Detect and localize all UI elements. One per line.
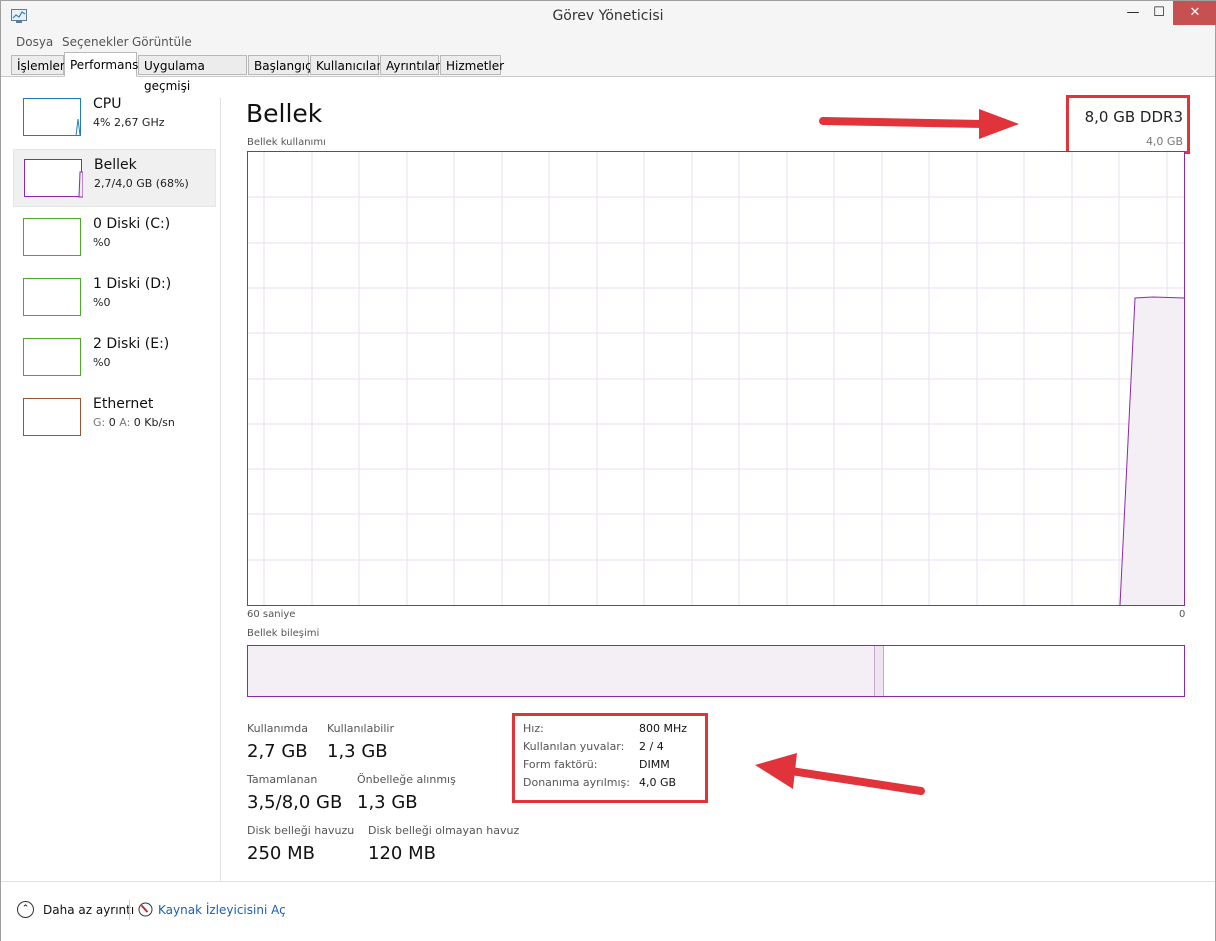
graph-axis-right: 0: [1179, 609, 1186, 620]
send-label: G:: [93, 416, 106, 429]
sidebar-item-label: Ethernet: [93, 396, 154, 412]
sidebar-item-label: 0 Diski (C:): [93, 216, 171, 232]
composition-modified: [875, 646, 884, 696]
sidebar-item-disk-0[interactable]: 0 Diski (C:) %0: [13, 209, 216, 267]
page-title: Bellek: [246, 99, 323, 128]
sidebar-item-disk-2[interactable]: 2 Diski (E:) %0: [13, 329, 216, 387]
menu-bar: Dosya Seçenekler Görüntüle: [1, 32, 1215, 52]
sidebar-item-value: %0: [93, 356, 111, 369]
tab-performance[interactable]: Performans: [64, 52, 138, 77]
window-title: Görev Yöneticisi: [552, 8, 664, 24]
sidebar-item-disk-1[interactable]: 1 Diski (D:) %0: [13, 269, 216, 327]
non-paged-pool-value: 120 MB: [368, 843, 436, 864]
menu-file[interactable]: Dosya: [16, 35, 53, 49]
receive-value: 0 Kb/sn: [133, 416, 175, 429]
footer-divider: [129, 900, 130, 920]
tab-startup[interactable]: Başlangıç: [248, 55, 312, 75]
graph-axis-left: 60 saniye: [247, 609, 296, 620]
memory-usage-graph-svg: [248, 152, 1185, 606]
memory-composition-bar: [247, 645, 1185, 697]
in-use-label: Kullanımda: [247, 722, 308, 735]
sidebar-item-label: 1 Diski (D:): [93, 276, 172, 292]
sidebar-item-value: G: 0 A: 0 Kb/sn: [93, 416, 175, 429]
cpu-thumbnail-graph: [23, 98, 81, 137]
fewer-details-link[interactable]: Daha az ayrıntı: [43, 903, 134, 917]
tab-details[interactable]: Ayrıntılar: [380, 55, 440, 75]
available-label: Kullanılabilir: [327, 722, 394, 735]
committed-label: Tamamlanan: [247, 773, 318, 786]
sidebar-item-ethernet[interactable]: Ethernet G: 0 A: 0 Kb/sn: [13, 389, 216, 447]
task-manager-window: Görev Yöneticisi — ☐ ✕ Dosya Seçenekler …: [0, 0, 1216, 941]
tab-services[interactable]: Hizmetler: [440, 55, 504, 75]
sidebar-item-cpu[interactable]: CPU 4% 2,67 GHz: [13, 89, 216, 147]
sidebar-item-value: %0: [93, 236, 111, 249]
menu-options[interactable]: Seçenekler: [62, 35, 129, 49]
sidebar-item-label: CPU: [93, 96, 122, 112]
cached-value: 1,3 GB: [357, 792, 418, 813]
sidebar-item-value: %0: [93, 296, 111, 309]
open-resource-monitor-link[interactable]: Kaynak İzleyicisini Aç: [158, 903, 286, 917]
sidebar-item-value: 4% 2,67 GHz: [93, 116, 165, 129]
non-paged-pool-label: Disk belleği olmayan havuz: [368, 824, 520, 837]
available-value: 1,3 GB: [327, 741, 388, 762]
footer: ⌃ Daha az ayrıntı Kaynak İzleyicisini Aç: [1, 881, 1215, 941]
committed-value: 3,5/8,0 GB: [247, 792, 343, 813]
annotation-box-spec: [1066, 95, 1190, 154]
close-button[interactable]: ✕: [1173, 1, 1216, 25]
title-bar: Görev Yöneticisi — ☐ ✕: [1, 1, 1216, 32]
tab-processes[interactable]: İşlemler: [11, 55, 65, 75]
usage-graph-label: Bellek kullanımı: [247, 137, 326, 148]
disk-1-thumbnail-graph: [23, 278, 81, 316]
tab-app-history[interactable]: Uygulama geçmişi: [138, 55, 247, 93]
paged-pool-label: Disk belleği havuzu: [247, 824, 355, 837]
maximize-button[interactable]: ☐: [1146, 1, 1172, 25]
sidebar-item-value: 2,7/4,0 GB (68%): [94, 177, 189, 190]
annotation-arrow-left: [755, 753, 925, 795]
paged-pool-value: 250 MB: [247, 843, 315, 864]
in-use-value: 2,7 GB: [247, 741, 308, 762]
receive-label: A:: [119, 416, 131, 429]
sidebar-divider: [220, 98, 221, 881]
memory-thumbnail-graph: [24, 159, 83, 198]
sidebar-item-memory[interactable]: Bellek 2,7/4,0 GB (68%): [13, 149, 216, 207]
cached-label: Önbelleğe alınmış: [357, 773, 456, 786]
annotation-arrow-right: [819, 109, 1019, 139]
disk-2-thumbnail-graph: [23, 338, 81, 376]
disk-0-thumbnail-graph: [23, 218, 81, 256]
composition-in-use: [248, 646, 875, 696]
tab-bar: İşlemler Performans Uygulama geçmişi Baş…: [1, 52, 1215, 93]
resource-monitor-icon: [138, 902, 153, 917]
memory-usage-graph: [247, 151, 1185, 606]
composition-label: Bellek bileşimi: [247, 628, 320, 639]
ethernet-thumbnail-graph: [23, 398, 81, 436]
send-value: 0: [108, 416, 116, 429]
chevron-up-icon[interactable]: ⌃: [17, 901, 34, 918]
annotation-box-details: [512, 713, 708, 803]
sidebar-item-label: Bellek: [94, 157, 137, 173]
menu-view[interactable]: Görüntüle: [132, 35, 192, 49]
minimize-button[interactable]: —: [1120, 1, 1146, 25]
sidebar-item-label: 2 Diski (E:): [93, 336, 170, 352]
tab-users[interactable]: Kullanıcılar: [310, 55, 381, 75]
